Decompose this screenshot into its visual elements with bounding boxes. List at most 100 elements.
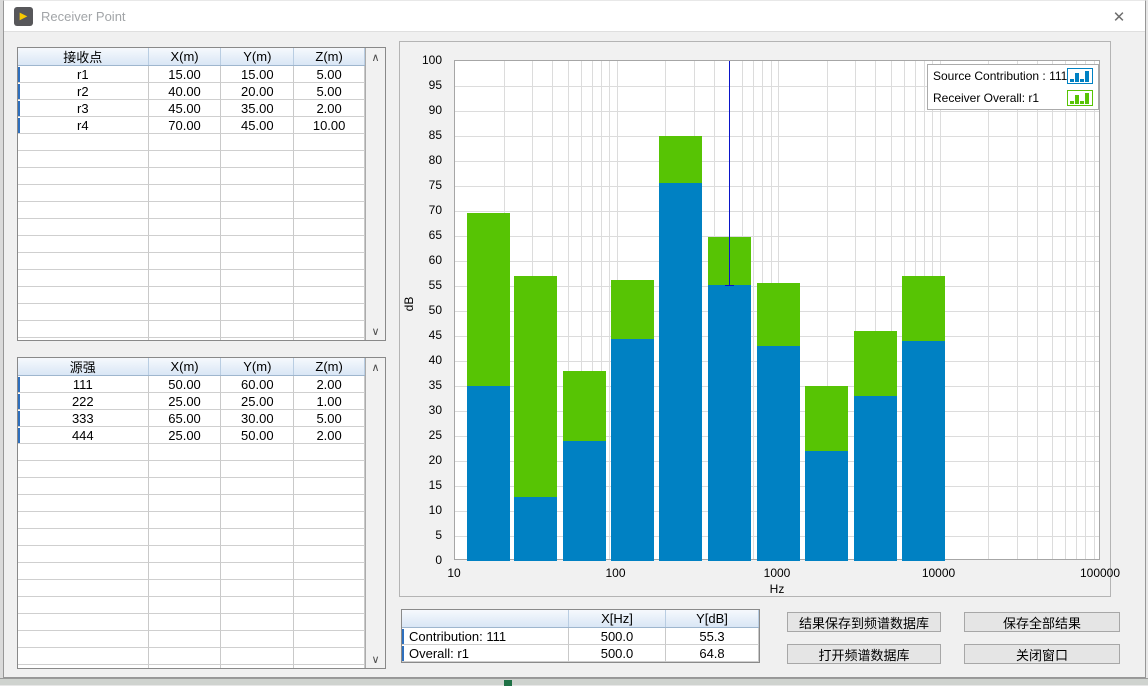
table-cell xyxy=(221,219,294,236)
plot-area[interactable] xyxy=(454,60,1100,560)
table-row[interactable] xyxy=(18,580,365,597)
table-row[interactable] xyxy=(18,648,365,665)
table-row[interactable] xyxy=(18,631,365,648)
table-cell: 5.00 xyxy=(294,66,365,83)
table-row[interactable] xyxy=(18,529,365,546)
table-cell xyxy=(294,546,365,563)
legend-item-contribution[interactable]: Source Contribution : 111 xyxy=(928,65,1098,87)
close-window-button[interactable]: 关闭窗口 xyxy=(964,644,1120,664)
table-row[interactable]: Overall: r1500.064.8 xyxy=(402,645,759,662)
title-bar: ▶ Receiver Point ✕ xyxy=(4,1,1145,32)
table-cell xyxy=(18,202,149,219)
table-row[interactable] xyxy=(18,495,365,512)
table-cell xyxy=(149,185,222,202)
table-cell xyxy=(221,185,294,202)
table-cell xyxy=(149,529,222,546)
table-cell xyxy=(294,444,365,461)
table-row[interactable] xyxy=(18,597,365,614)
table-row[interactable] xyxy=(18,253,365,270)
scroll-up-icon[interactable]: ∧ xyxy=(366,359,385,375)
table-row[interactable] xyxy=(18,219,365,236)
y-tick-label: 95 xyxy=(402,78,442,92)
table-row[interactable] xyxy=(18,134,365,151)
legend-label: Receiver Overall: r1 xyxy=(933,91,1067,105)
table-row[interactable]: 22225.0025.001.00 xyxy=(18,393,365,410)
table-row[interactable] xyxy=(18,168,365,185)
table-row[interactable]: 44425.0050.002.00 xyxy=(18,427,365,444)
receiver-table-scrollbar[interactable]: ∧ ∨ xyxy=(365,48,385,340)
table-cell: Overall: r1 xyxy=(402,645,569,662)
table-cell: 65.00 xyxy=(149,410,222,427)
table-cell xyxy=(294,287,365,304)
column-header: X(m) xyxy=(149,48,222,65)
table-row[interactable] xyxy=(18,665,365,668)
y-tick-label: 65 xyxy=(402,228,442,242)
table-row[interactable] xyxy=(18,614,365,631)
table-row[interactable] xyxy=(18,512,365,529)
table-row[interactable] xyxy=(18,546,365,563)
receiver-points-table[interactable]: 接收点X(m)Y(m)Z(m)r115.0015.005.00r240.0020… xyxy=(17,47,386,341)
close-icon[interactable]: ✕ xyxy=(1103,5,1135,29)
table-cell xyxy=(294,321,365,338)
bar-contribution xyxy=(902,341,945,561)
table-cell: 45.00 xyxy=(221,117,294,134)
table-row[interactable] xyxy=(18,304,365,321)
table-cell xyxy=(294,512,365,529)
table-row[interactable]: r240.0020.005.00 xyxy=(18,83,365,100)
table-cell xyxy=(149,563,222,580)
table-cell: r2 xyxy=(18,83,149,100)
table-row[interactable]: Contribution: 111500.055.3 xyxy=(402,628,759,645)
table-row[interactable]: 33365.0030.005.00 xyxy=(18,410,365,427)
table-cell xyxy=(149,665,222,668)
scroll-up-icon[interactable]: ∧ xyxy=(366,49,385,65)
table-cell xyxy=(149,631,222,648)
bar-overall xyxy=(514,276,557,497)
table-row[interactable]: 11150.0060.002.00 xyxy=(18,376,365,393)
table-cell: 60.00 xyxy=(221,376,294,393)
x-axis-ticks: 10100100010000100000 xyxy=(454,566,1100,580)
table-row[interactable] xyxy=(18,338,365,340)
cursor-line xyxy=(729,61,730,285)
table-cell xyxy=(221,563,294,580)
table-row[interactable] xyxy=(18,444,365,461)
table-row[interactable] xyxy=(18,185,365,202)
table-row[interactable] xyxy=(18,321,365,338)
source-strength-table[interactable]: 源强X(m)Y(m)Z(m)11150.0060.002.0022225.002… xyxy=(17,357,386,669)
table-row[interactable] xyxy=(18,270,365,287)
table-cell xyxy=(221,614,294,631)
table-cell xyxy=(18,512,149,529)
table-cell xyxy=(221,134,294,151)
y-tick-label: 80 xyxy=(402,153,442,167)
table-row[interactable] xyxy=(18,202,365,219)
table-cell: 444 xyxy=(18,427,149,444)
table-cell: r3 xyxy=(18,100,149,117)
table-row[interactable] xyxy=(18,151,365,168)
scroll-down-icon[interactable]: ∨ xyxy=(366,651,385,667)
scroll-down-icon[interactable]: ∨ xyxy=(366,323,385,339)
table-cell xyxy=(294,219,365,236)
table-row[interactable]: r345.0035.002.00 xyxy=(18,100,365,117)
y-tick-label: 90 xyxy=(402,103,442,117)
legend-item-overall[interactable]: Receiver Overall: r1 xyxy=(928,87,1098,109)
table-row[interactable] xyxy=(18,287,365,304)
table-cell xyxy=(221,253,294,270)
table-row[interactable]: r470.0045.0010.00 xyxy=(18,117,365,134)
table-cell xyxy=(294,580,365,597)
table-row[interactable] xyxy=(18,563,365,580)
column-header: Y(m) xyxy=(221,48,294,65)
source-table-scrollbar[interactable]: ∧ ∨ xyxy=(365,358,385,668)
save-results-to-spectrum-db-button[interactable]: 结果保存到频谱数据库 xyxy=(787,612,941,632)
table-cell: 25.00 xyxy=(149,427,222,444)
column-header: Z(m) xyxy=(294,48,365,65)
bar-contribution xyxy=(854,396,897,561)
open-spectrum-db-button[interactable]: 打开频谱数据库 xyxy=(787,644,941,664)
bar-plot-icon xyxy=(1067,90,1093,106)
table-cell xyxy=(18,287,149,304)
table-row[interactable] xyxy=(18,461,365,478)
table-cell xyxy=(149,134,222,151)
save-all-results-button[interactable]: 保存全部结果 xyxy=(964,612,1120,632)
taskbar-strip xyxy=(0,678,1148,685)
table-row[interactable] xyxy=(18,236,365,253)
table-row[interactable] xyxy=(18,478,365,495)
table-row[interactable]: r115.0015.005.00 xyxy=(18,66,365,83)
